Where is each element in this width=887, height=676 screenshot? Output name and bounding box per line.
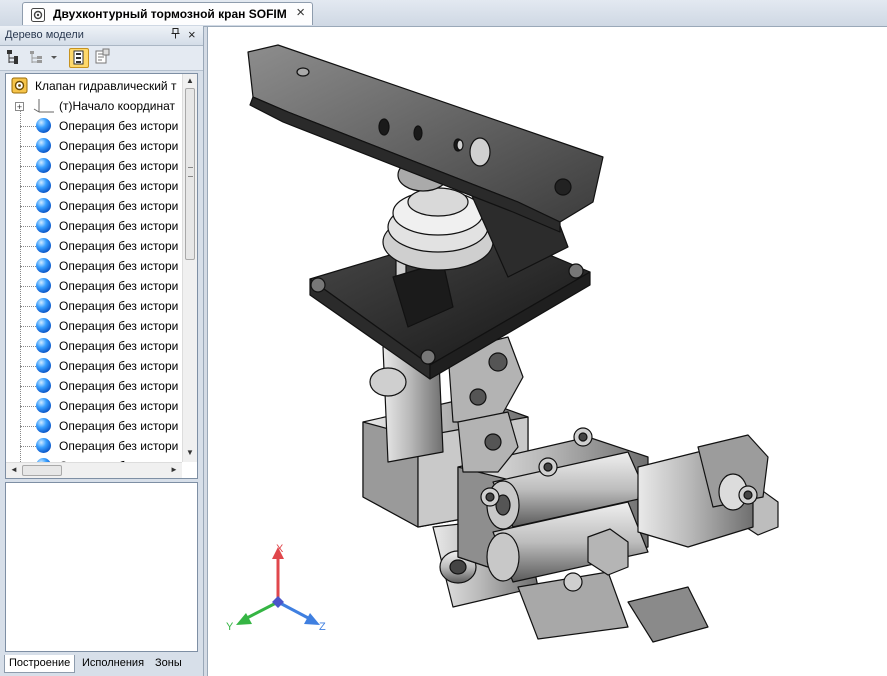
tree-operation-item[interactable]: Операция без истори <box>6 256 182 276</box>
tab-construction[interactable]: Построение <box>4 655 76 673</box>
tab-versions[interactable]: Исполнения <box>78 655 148 673</box>
scroll-thumb[interactable] <box>185 88 195 260</box>
tree-operation-label: Операция без истори <box>59 239 179 253</box>
tree-operation-item[interactable]: Операция без истори <box>6 436 182 456</box>
body-sphere-icon <box>36 178 51 193</box>
body-sphere-icon <box>36 278 51 293</box>
model-tree-panel: Дерево модели × Клапан гидравлический т … <box>0 26 204 676</box>
body-sphere-icon <box>36 398 51 413</box>
tree-operation-label: Операция без истори <box>59 379 179 393</box>
tree-origin-item[interactable]: + (т)Начало координат <box>6 96 182 116</box>
body-sphere-icon <box>36 138 51 153</box>
tree-operation-label: Операция без истори <box>59 359 179 373</box>
tree-operation-label: Операция без истори <box>59 339 179 353</box>
model-tree: Клапан гидравлический т + (т)Начало коор… <box>5 73 198 479</box>
tree-operation-label: Операция без истори <box>59 179 179 193</box>
tree-operation-item[interactable]: Операция без истори <box>6 376 182 396</box>
tree-view-mode-icon[interactable] <box>69 48 89 68</box>
expand-toggle[interactable]: + <box>15 102 24 112</box>
panel-bottom-tabs: Построение Исполнения Зоны <box>0 654 203 676</box>
brake-valve-3d-model[interactable]: X Y Z <box>208 27 887 676</box>
scroll-down-icon[interactable]: ▼ <box>186 448 194 457</box>
body-sphere-icon <box>36 318 51 333</box>
body-sphere-icon <box>36 158 51 173</box>
tree-root-item[interactable]: Клапан гидравлический т <box>6 76 182 96</box>
tree-operation-item[interactable]: Операция без истори <box>6 416 182 436</box>
tree-operation-item[interactable]: Операция без истори <box>6 276 182 296</box>
assembly-icon <box>11 77 28 94</box>
body-sphere-icon <box>36 198 51 213</box>
tree-operation-label: Операция без истори <box>59 159 179 173</box>
body-sphere-icon <box>36 378 51 393</box>
scroll-up-icon[interactable]: ▲ <box>186 76 194 85</box>
close-panel-icon[interactable]: × <box>188 27 196 42</box>
tree-operation-item[interactable]: Операция без истори <box>6 396 182 416</box>
tree-filter-icon[interactable] <box>28 48 48 68</box>
document-title: Двухконтурный тормозной кран SOFIM <box>53 7 287 21</box>
tree-toolbar <box>0 46 203 71</box>
document-tab-bar: Двухконтурный тормозной кран SOFIM × <box>0 0 887 27</box>
tree-operation-label: Операция без истори <box>59 139 179 153</box>
axis-triad: X Y Z <box>226 543 326 633</box>
tab-zones[interactable]: Зоны <box>151 655 186 673</box>
tree-operation-item[interactable]: Операция без истори <box>6 196 182 216</box>
origin-icon <box>33 99 54 113</box>
tree-operation-label: Операция без истори <box>59 299 179 313</box>
body-sphere-icon <box>36 218 51 233</box>
tree-operation-item[interactable]: Операция без истори <box>6 296 182 316</box>
assembly-document-icon <box>31 8 45 22</box>
tree-origin-label: (т)Начало координат <box>59 99 176 113</box>
tree-horizontal-scrollbar[interactable]: ◄ ► <box>6 462 182 478</box>
body-sphere-icon <box>36 258 51 273</box>
panel-header: Дерево модели × <box>0 26 203 46</box>
close-tab-icon[interactable]: × <box>296 5 305 21</box>
panel-title: Дерево модели <box>5 29 84 41</box>
chevron-down-icon[interactable] <box>50 48 60 68</box>
properties-area <box>5 482 198 652</box>
pin-icon[interactable] <box>171 28 180 42</box>
y-axis-label: Y <box>226 621 234 633</box>
body-sphere-icon <box>36 118 51 133</box>
tree-properties-icon[interactable] <box>93 48 113 68</box>
scroll-right-icon[interactable]: ► <box>170 465 178 474</box>
tree-operation-label: Операция без истори <box>59 419 179 433</box>
tree-operation-item[interactable]: Операция без истори <box>6 176 182 196</box>
tree-operation-label: Операция без истори <box>59 319 179 333</box>
tree-operation-label: Операция без истори <box>59 259 179 273</box>
tree-operation-item[interactable]: Операция без истори <box>6 216 182 236</box>
tree-operation-item[interactable]: Операция без истори <box>6 116 182 136</box>
horizontal-scroll-thumb[interactable] <box>22 465 62 476</box>
tree-operation-item[interactable]: Операция без истори <box>6 336 182 356</box>
tree-operation-label: Операция без истори <box>59 279 179 293</box>
model-viewport[interactable]: X Y Z <box>207 27 887 676</box>
body-sphere-icon <box>36 298 51 313</box>
tree-operation-item[interactable]: Операция без истори <box>6 356 182 376</box>
document-tab[interactable]: Двухконтурный тормозной кран SOFIM × <box>22 2 313 25</box>
tree-operation-label: Операция без истори <box>59 119 179 133</box>
z-axis-label: Z <box>319 621 326 633</box>
body-sphere-icon <box>36 418 51 433</box>
body-sphere-icon <box>36 338 51 353</box>
tree-operation-label: Операция без истори <box>59 439 179 453</box>
body-sphere-icon <box>36 238 51 253</box>
scroll-left-icon[interactable]: ◄ <box>10 465 18 474</box>
tree-operation-label: Операция без истори <box>59 199 179 213</box>
body-sphere-icon <box>36 358 51 373</box>
tree-operation-item[interactable]: Операция без истори <box>6 156 182 176</box>
body-sphere-icon <box>36 438 51 453</box>
tree-operation-label: Операция без истори <box>59 399 179 413</box>
tree-operation-label: Операция без истори <box>59 219 179 233</box>
tree-root-label: Клапан гидравлический т <box>35 79 177 93</box>
tree-vertical-scrollbar[interactable]: ▲ ▼ <box>182 74 197 462</box>
tree-operation-item[interactable]: Операция без истори <box>6 136 182 156</box>
tree-operation-item[interactable]: Операция без истори <box>6 316 182 336</box>
tree-operation-item[interactable]: Операция без истори <box>6 236 182 256</box>
tree-structure-icon[interactable] <box>4 48 24 68</box>
x-axis-label: X <box>276 543 284 555</box>
